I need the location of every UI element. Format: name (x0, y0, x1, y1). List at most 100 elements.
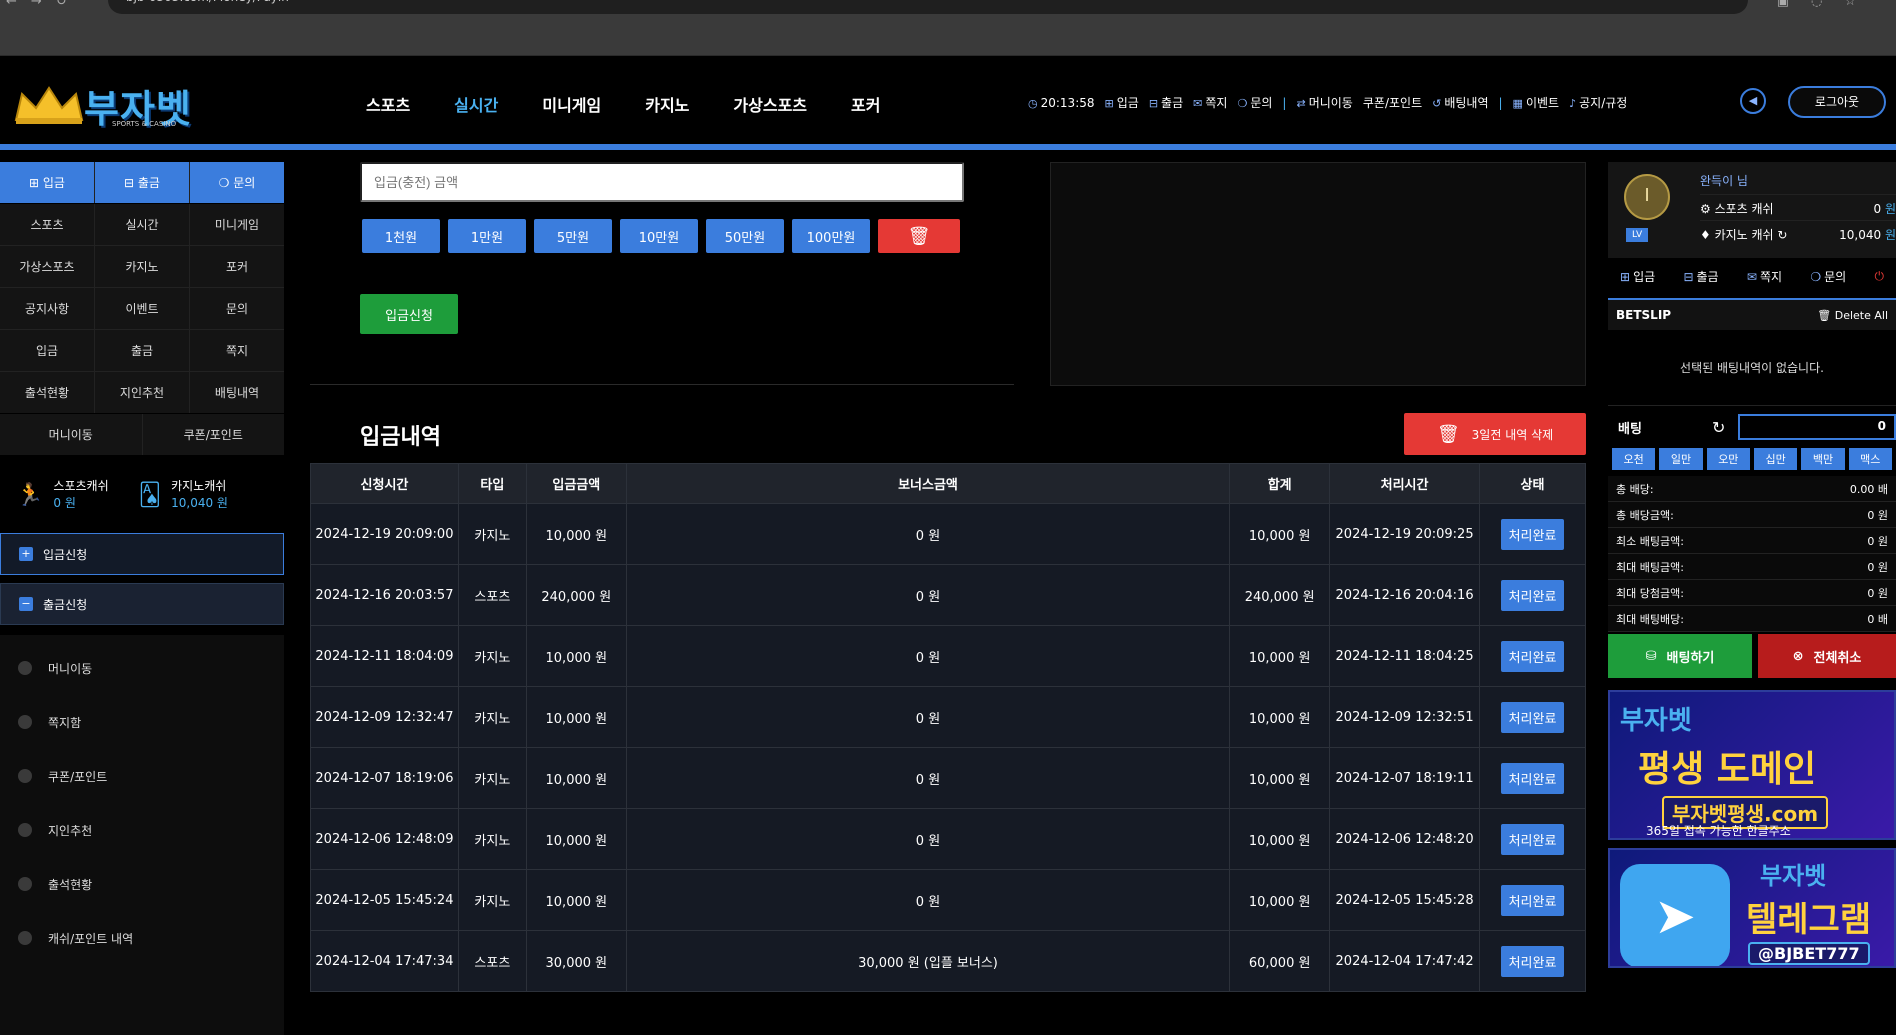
sub-item[interactable]: 쿠폰/포인트 (0, 749, 284, 803)
top-link-money-move[interactable]: ⇄ 머니이동 (1296, 94, 1352, 111)
bet-amount-input[interactable]: 0 (1738, 414, 1896, 440)
nav-virtual-sports[interactable]: 가상스포츠 (733, 92, 807, 116)
quick-bet-button[interactable]: 백만 (1801, 448, 1845, 470)
sub-item-label: 쪽지함 (48, 715, 82, 730)
nav-poker[interactable]: 포커 (851, 92, 880, 116)
nav-casino[interactable]: 카지노 (645, 92, 689, 116)
clear-amount-button[interactable]: 🗑 (878, 219, 960, 253)
nav-minigame[interactable]: 미니게임 (542, 92, 601, 116)
cell: 2024-12-06 12:48:09 (310, 808, 459, 870)
quick-bet-button[interactable]: 맥스 (1848, 448, 1892, 470)
power-icon[interactable]: ⏻ (1874, 269, 1884, 284)
telegram-banner[interactable]: ➤ 부자벳 텔레그램 @BJBET777 (1608, 848, 1896, 968)
top-link-inquiry[interactable]: ❍ 문의 (1237, 94, 1272, 111)
user-link-message[interactable]: ✉ 쪽지 (1747, 268, 1782, 285)
nav-live[interactable]: 실시간 (454, 92, 498, 116)
menu-item[interactable]: 출금 (95, 330, 189, 371)
sub-item[interactable]: 쪽지함 (0, 695, 284, 749)
top-link-event[interactable]: ▦ 이벤트 (1513, 94, 1560, 111)
stat-row: 최대 당첨금액: 0 원 (1608, 580, 1896, 606)
stat-label: 최대 당첨금액: (1616, 586, 1684, 600)
top-link-message[interactable]: ✉ 쪽지 (1193, 94, 1227, 111)
menu-item[interactable]: 이벤트 (95, 288, 189, 329)
menu-item[interactable]: 실시간 (95, 204, 189, 245)
delete-all-button[interactable]: 🗑 Delete All (1817, 309, 1888, 322)
chip-button[interactable]: 100만원 (792, 219, 870, 253)
apply-deposit-button[interactable]: 입금신청 (360, 294, 458, 334)
top-link-notice[interactable]: ♪ 공지/규정 (1569, 94, 1627, 111)
top-link-bet-history[interactable]: ↺ 배팅내역 (1432, 94, 1488, 111)
extension-icon[interactable]: ▣ (1777, 0, 1789, 9)
star-icon[interactable]: ☆ (1844, 0, 1856, 9)
user-link-inquiry[interactable]: ❍ 문의 (1810, 268, 1846, 285)
amount-input[interactable] (360, 162, 964, 202)
level-badge: LV (1626, 228, 1649, 242)
stat-label: 최대 배팅배당: (1616, 612, 1684, 626)
menu-item[interactable]: 머니이동 (0, 414, 142, 455)
forward-icon[interactable]: → (31, 0, 42, 9)
cell: 2024-12-16 20:04:16 (1329, 564, 1481, 626)
quick-bet-button[interactable]: 오천 (1612, 448, 1656, 470)
menu-grid-2: 머니이동 쿠폰/포인트 (0, 414, 284, 455)
menu-item[interactable]: 문의 (190, 288, 284, 329)
logout-button[interactable]: 로그아웃 (1788, 86, 1886, 118)
eye-off-icon[interactable]: ◌ (1811, 0, 1822, 9)
menu-item[interactable]: 공지사항 (0, 288, 94, 329)
menu-item[interactable]: 포커 (190, 246, 284, 287)
casino-cash-value: 10,040 원 (171, 496, 228, 510)
site-logo[interactable]: 부자벳 SPORTS & CASINO (12, 80, 208, 132)
menu-item[interactable]: 가상스포츠 (0, 246, 94, 287)
place-bet-button[interactable]: ⛁ 배팅하기 (1608, 634, 1752, 678)
sub-item[interactable]: 캐쉬/포인트 내역 (0, 911, 284, 965)
button-label: 출금 (137, 176, 160, 190)
user-link-deposit[interactable]: ⊞ 입금 (1620, 268, 1655, 285)
bell-icon: ♪ (1569, 97, 1577, 110)
sound-toggle-icon[interactable]: ◀ (1740, 88, 1766, 114)
cell: 처리완료 (1479, 808, 1586, 870)
chip-button[interactable]: 50만원 (706, 219, 784, 253)
reload-icon[interactable]: ↻ (56, 0, 67, 9)
withdraw-button[interactable]: ⊟ 출금 (95, 162, 189, 203)
sub-item[interactable]: 머니이동 (0, 641, 284, 695)
withdraw-request-menu[interactable]: − 출금신청 (0, 583, 284, 625)
user-link-withdraw[interactable]: ⊟ 출금 (1683, 268, 1718, 285)
delete-old-history-button[interactable]: 🗑 3일전 내역 삭제 (1404, 413, 1586, 455)
chip-button[interactable]: 5만원 (534, 219, 612, 253)
cancel-all-button[interactable]: ⊗ 전체취소 (1758, 634, 1896, 678)
menu-item[interactable]: 쪽지 (190, 330, 284, 371)
chip-button[interactable]: 10만원 (620, 219, 698, 253)
address-bar[interactable]: bjb-0303.com/Money/Payin (108, 0, 1748, 14)
cell: 처리완료 (1479, 625, 1586, 687)
refresh-icon[interactable]: ↻ (1712, 418, 1725, 437)
stat-value: 0 원 (1867, 534, 1888, 548)
sub-item[interactable]: 지인추천 (0, 803, 284, 857)
sub-item[interactable]: 출석현황 (0, 857, 284, 911)
quick-bet-button[interactable]: 일만 (1659, 448, 1703, 470)
menu-item[interactable]: 배팅내역 (190, 372, 284, 413)
user-links: ⊞ 입금 ⊟ 출금 ✉ 쪽지 ❍ 문의 ⏻ (1608, 258, 1896, 294)
menu-item[interactable]: 출석현황 (0, 372, 94, 413)
refresh-icon[interactable]: ↻ (1774, 228, 1787, 242)
menu-item[interactable]: 미니게임 (190, 204, 284, 245)
deposit-request-menu[interactable]: + 입금신청 (0, 533, 284, 575)
menu-item[interactable]: 쿠폰/포인트 (142, 414, 284, 455)
top-link-deposit[interactable]: ⊞ 입금 (1105, 94, 1139, 111)
top-link-withdraw[interactable]: ⊟ 출금 (1149, 94, 1183, 111)
quick-bet-button[interactable]: 십만 (1753, 448, 1798, 470)
menu-item[interactable]: 카지노 (95, 246, 189, 287)
close-circle-icon: ⊗ (1792, 648, 1804, 664)
cell: 2024-12-07 18:19:06 (310, 747, 459, 809)
quick-bet-button[interactable]: 오만 (1706, 448, 1750, 470)
cards-icon: 🂡 (138, 482, 162, 508)
chip-button[interactable]: 1만원 (448, 219, 526, 253)
menu-item[interactable]: 스포츠 (0, 204, 94, 245)
top-link-coupon[interactable]: 쿠폰/포인트 (1363, 94, 1422, 111)
menu-item[interactable]: 입금 (0, 330, 94, 371)
domain-banner[interactable]: 부자벳 평생 도메인 부자벳평생.com 365일 접속 가능한 한글주소 (1608, 690, 1896, 840)
menu-item[interactable]: 지인추천 (95, 372, 189, 413)
chip-button[interactable]: 1천원 (362, 219, 440, 253)
deposit-button[interactable]: ⊞ 입금 (0, 162, 94, 203)
nav-sports[interactable]: 스포츠 (366, 92, 410, 116)
inquiry-button[interactable]: ❍ 문의 (190, 162, 284, 203)
back-icon[interactable]: ← (6, 0, 17, 9)
